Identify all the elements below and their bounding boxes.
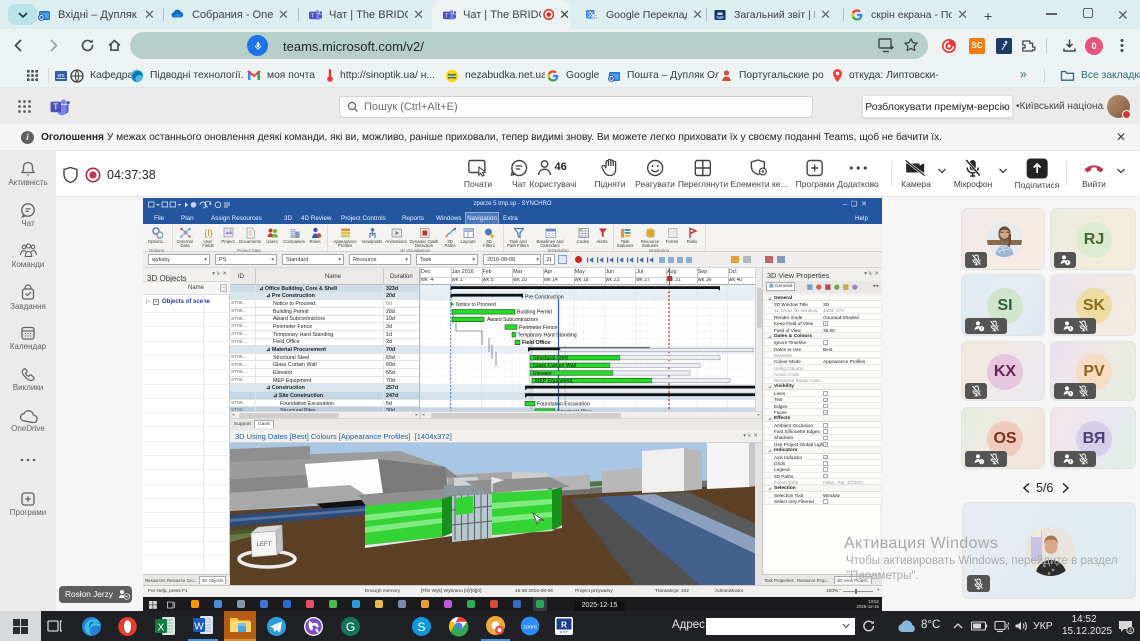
svg-text:G: G	[593, 14, 597, 20]
svg-text:KYT: KYT	[560, 630, 568, 635]
svg-text:КПІ: КПІ	[57, 73, 64, 78]
svg-text:Award Subcontractors: Award Subcontractors	[487, 317, 538, 323]
svg-text:G: G	[346, 620, 355, 634]
svg-text:Pre Construction: Pre Construction	[525, 294, 564, 300]
svg-text:46: 46	[555, 161, 567, 173]
svg-text:T: T	[53, 103, 58, 112]
svg-text:4: 4	[1128, 628, 1132, 634]
svg-text:Field Office: Field Office	[522, 340, 550, 346]
svg-text:W: W	[194, 622, 204, 633]
svg-text:MEP Equipment: MEP Equipment	[535, 378, 573, 384]
svg-text:Glass Curtain Wall: Glass Curtain Wall	[533, 363, 576, 369]
svg-text:X: X	[157, 623, 164, 634]
svg-text:Perimeter Fence: Perimeter Fence	[519, 325, 557, 331]
svg-text:zoom: zoom	[523, 625, 537, 631]
svg-text:R: R	[561, 621, 567, 630]
svg-text:Building Permit: Building Permit	[517, 310, 552, 316]
svg-text:Foundation Excavation: Foundation Excavation	[537, 401, 590, 407]
svg-text:T: T	[311, 13, 315, 19]
svg-text:S: S	[417, 620, 425, 634]
svg-text:Notice to Proceed: Notice to Proceed	[456, 302, 496, 308]
svg-text:T: T	[445, 13, 449, 19]
svg-text:Temporary Hard Standing: Temporary Hard Standing	[518, 333, 577, 339]
svg-text:{I}: {I}	[204, 228, 213, 238]
svg-text:LEFT: LEFT	[257, 542, 272, 548]
svg-text:Elevator: Elevator	[533, 371, 552, 377]
svg-text:ГІДР: ГІДР	[717, 15, 724, 19]
svg-text:Structural Steel: Structural Steel	[533, 356, 568, 362]
